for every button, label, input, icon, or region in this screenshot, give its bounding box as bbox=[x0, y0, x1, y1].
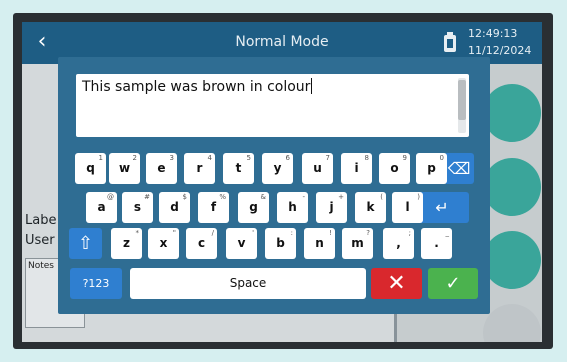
key-secondary-label: 7 bbox=[325, 154, 330, 162]
key-secondary-label: & bbox=[260, 193, 266, 201]
clock-time: 12:49:13 bbox=[468, 27, 518, 40]
backspace-key[interactable]: ⌫ bbox=[444, 153, 474, 184]
notes-text-input[interactable]: This sample was brown in colour bbox=[76, 74, 469, 137]
key-secondary-label: ! bbox=[329, 229, 332, 237]
key-secondary-label: 4 bbox=[207, 154, 212, 162]
background-label-text: Labe bbox=[25, 213, 57, 228]
key-secondary-label: ? bbox=[366, 229, 370, 237]
key-n[interactable]: n! bbox=[304, 228, 335, 259]
key-secondary-label: ) bbox=[417, 193, 420, 201]
key-secondary-label: # bbox=[144, 193, 150, 201]
key-comma[interactable]: ,; bbox=[383, 228, 414, 259]
key-secondary-label: / bbox=[211, 229, 214, 237]
key-s[interactable]: s # bbox=[122, 192, 153, 223]
text-scrollbar[interactable] bbox=[458, 78, 466, 133]
key-period[interactable]: . _ bbox=[421, 228, 452, 259]
key-o[interactable]: o9 bbox=[379, 153, 410, 184]
key-z[interactable]: z * bbox=[111, 228, 142, 259]
key-secondary-label: $ bbox=[182, 193, 187, 201]
key-f[interactable]: f% bbox=[198, 192, 229, 223]
key-secondary-label: " bbox=[172, 229, 176, 237]
scroll-thumb[interactable] bbox=[458, 80, 466, 120]
key-v[interactable]: v ' bbox=[226, 228, 257, 259]
key-k[interactable]: k( bbox=[355, 192, 386, 223]
key-h[interactable]: h- bbox=[277, 192, 308, 223]
key-t[interactable]: t5 bbox=[223, 153, 254, 184]
keyboard-overlay: This sample was brown in colour ⌫ ↵ ⇧ ?1… bbox=[58, 57, 490, 314]
enter-key[interactable]: ↵ bbox=[415, 192, 469, 223]
shift-key[interactable]: ⇧ bbox=[69, 228, 102, 259]
space-key[interactable]: Space bbox=[130, 268, 366, 299]
key-r[interactable]: r4 bbox=[184, 153, 215, 184]
key-c[interactable]: c / bbox=[186, 228, 217, 259]
key-secondary-label: 8 bbox=[364, 154, 369, 162]
key-secondary-label: _ bbox=[445, 229, 450, 237]
key-secondary-label: ( bbox=[380, 193, 383, 201]
key-y[interactable]: y6 bbox=[262, 153, 293, 184]
key-secondary-label: * bbox=[135, 229, 140, 237]
background-notes-label: Notes bbox=[28, 261, 54, 271]
side-action-button-1[interactable] bbox=[483, 84, 541, 142]
key-secondary-label: % bbox=[219, 193, 226, 201]
key-secondary-label: 2 bbox=[132, 154, 137, 162]
key-g[interactable]: g & bbox=[238, 192, 269, 223]
key-b[interactable]: b: bbox=[265, 228, 296, 259]
key-q[interactable]: q1 bbox=[75, 153, 106, 184]
key-secondary-label: 9 bbox=[402, 154, 407, 162]
key-a[interactable]: a @ bbox=[86, 192, 117, 223]
key-secondary-label: ; bbox=[408, 229, 411, 237]
background-user-text: User bbox=[25, 233, 55, 248]
notes-text-value: This sample was brown in colour bbox=[82, 79, 311, 95]
key-secondary-label: 5 bbox=[246, 154, 251, 162]
key-d[interactable]: d $ bbox=[159, 192, 190, 223]
key-x[interactable]: x " bbox=[148, 228, 179, 259]
symbols-key[interactable]: ?123 bbox=[70, 268, 122, 299]
page-title: Normal Mode bbox=[235, 34, 329, 50]
confirm-key[interactable]: ✓ bbox=[428, 268, 478, 299]
key-secondary-label: + bbox=[338, 193, 344, 201]
clock-date: 11/12/2024 bbox=[468, 44, 532, 57]
key-secondary-label: - bbox=[302, 193, 305, 201]
key-u[interactable]: u7 bbox=[302, 153, 333, 184]
key-l[interactable]: l) bbox=[392, 192, 423, 223]
key-e[interactable]: e3 bbox=[146, 153, 177, 184]
side-action-button-3[interactable] bbox=[483, 231, 541, 289]
key-secondary-label: 0 bbox=[439, 154, 444, 162]
key-secondary-label: 3 bbox=[169, 154, 174, 162]
key-secondary-label: 1 bbox=[98, 154, 103, 162]
key-w[interactable]: w2 bbox=[109, 153, 140, 184]
text-caret bbox=[311, 78, 313, 94]
key-secondary-label: @ bbox=[107, 193, 114, 201]
key-j[interactable]: j + bbox=[316, 192, 347, 223]
battery-icon bbox=[444, 32, 456, 52]
side-action-button-4[interactable] bbox=[483, 304, 541, 342]
key-m[interactable]: m? bbox=[342, 228, 373, 259]
key-p[interactable]: p0 bbox=[416, 153, 447, 184]
key-i[interactable]: i8 bbox=[341, 153, 372, 184]
side-action-button-2[interactable] bbox=[483, 158, 541, 216]
key-secondary-label: 6 bbox=[285, 154, 290, 162]
cancel-key[interactable]: ✕ bbox=[371, 268, 422, 299]
key-secondary-label: : bbox=[290, 229, 293, 237]
key-secondary-label: ' bbox=[252, 229, 254, 237]
